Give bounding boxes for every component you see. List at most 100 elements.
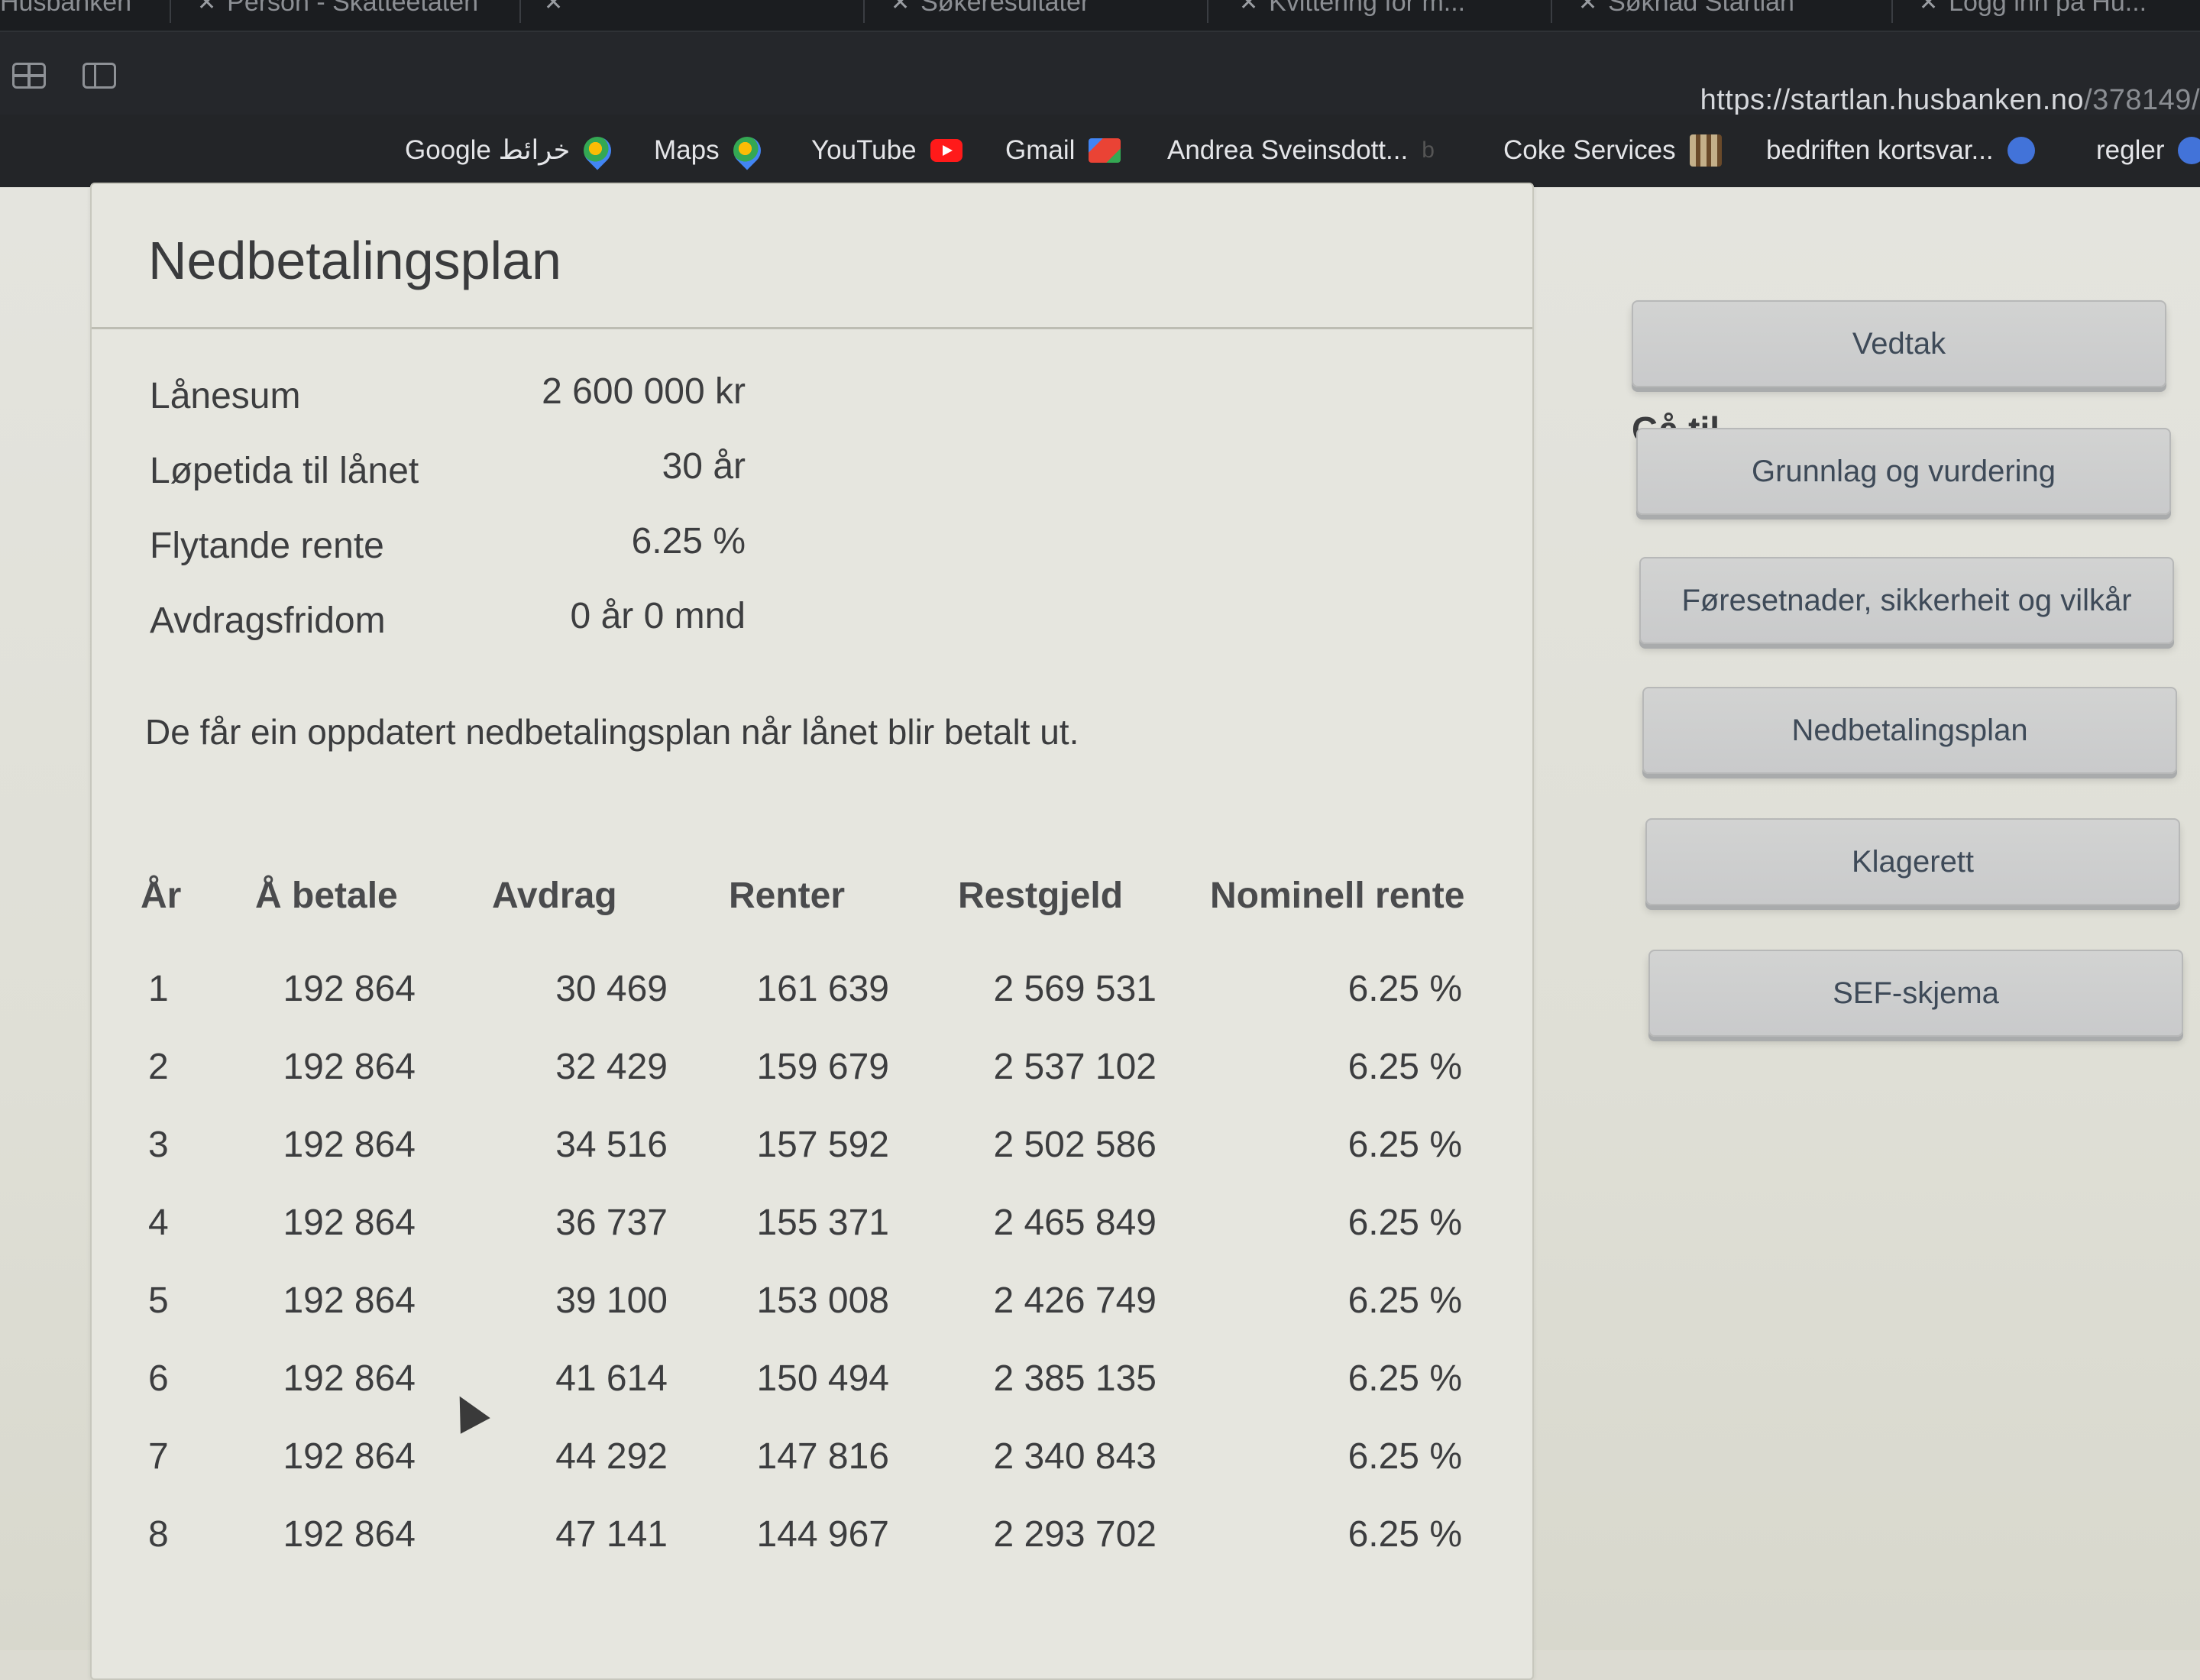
youtube-icon (930, 139, 962, 162)
browser-tab[interactable]: ✕ Søknad Startlån (1578, 0, 1794, 21)
browser-tab[interactable]: ✕ Person - Skatteetaten (197, 0, 478, 21)
summary-value: 30 år (662, 446, 746, 487)
bookmark-label: bedriften kortsvar... (1766, 135, 1994, 165)
bookmark-gmail[interactable]: Gmail (1005, 131, 1121, 170)
cell-interest: 161 639 (756, 968, 889, 1009)
bookmark-maps[interactable]: Maps (654, 131, 767, 170)
browser-toolbar: https://startlan.husbanken.no/378149/ (0, 31, 2200, 117)
bookmark-coke-services[interactable]: Coke Services (1503, 131, 1722, 170)
summary-value: 6.25 % (631, 521, 746, 562)
globe-icon (2178, 137, 2200, 164)
tab-label: Husbanken (0, 0, 132, 17)
cell-installment: 30 469 (555, 968, 668, 1009)
cell-payment: 192 864 (283, 1046, 416, 1087)
cell-installment: 41 614 (555, 1358, 668, 1399)
cell-remaining-debt: 2 537 102 (993, 1046, 1157, 1087)
update-note: De får ein oppdatert nedbetalingsplan nå… (145, 712, 1079, 752)
cell-interest: 144 967 (756, 1513, 889, 1555)
tab-label: Person - Skatteetaten (227, 0, 479, 17)
cell-payment: 192 864 (283, 1436, 416, 1477)
address-bar[interactable]: https://startlan.husbanken.no/378149/ (1700, 84, 2200, 117)
cell-nominal-rate: 6.25 % (1348, 1046, 1462, 1087)
tab-separator (170, 0, 171, 23)
nav-button-klagerett[interactable]: Klagerett (1645, 818, 2180, 905)
tab-grid-icon[interactable] (12, 63, 46, 89)
browser-tab[interactable]: ✕ Kvittering for m... (1239, 0, 1465, 21)
summary-label: Løpetida til lånet (150, 451, 419, 491)
column-header-remaining-debt: Restgjeld (958, 876, 1124, 916)
close-icon[interactable]: ✕ (197, 0, 216, 16)
cell-interest: 159 679 (756, 1046, 889, 1087)
close-icon[interactable]: ✕ (1239, 0, 1258, 16)
cell-interest: 150 494 (756, 1358, 889, 1399)
card-header: Nedbetalingsplan (92, 184, 1532, 329)
cell-remaining-debt: 2 502 586 (993, 1124, 1157, 1165)
nav-button-foresetnader[interactable]: Føresetnader, sikkerheit og vilkår (1639, 557, 2174, 644)
cell-payment: 192 864 (283, 1513, 416, 1555)
summary-row-rate: Flytande rente 6.25 % (150, 521, 746, 600)
summary-value: 0 år 0 mnd (570, 596, 746, 636)
tab-label: Søkeresultater (920, 0, 1090, 17)
bookmark-label: Google خرائط (405, 135, 571, 165)
close-icon[interactable]: ✕ (1919, 0, 1938, 16)
cell-nominal-rate: 6.25 % (1348, 1358, 1462, 1399)
table-row: 4 192 864 36 737 155 371 2 465 849 6.25 … (141, 1183, 1470, 1261)
nav-button-vedtak[interactable]: Vedtak (1632, 300, 2166, 387)
browser-tab[interactable]: Husbanken (0, 0, 131, 21)
table-row: 1 192 864 30 469 161 639 2 569 531 6.25 … (141, 950, 1470, 1028)
close-icon[interactable]: ✕ (544, 0, 563, 16)
tab-label: Søknad Startlån (1608, 0, 1794, 17)
tab-separator (519, 0, 521, 23)
bookmark-regler[interactable]: regler (2096, 131, 2200, 170)
bookmark-andrea[interactable]: Andrea Sveinsdott... b (1167, 131, 1435, 170)
cell-remaining-debt: 2 426 749 (993, 1280, 1157, 1321)
column-header-interest: Renter (729, 876, 846, 916)
cell-nominal-rate: 6.25 % (1348, 1124, 1462, 1165)
cell-year: 5 (148, 1280, 169, 1321)
summary-value: 2 600 000 kr (542, 371, 746, 412)
table-row: 5 192 864 39 100 153 008 2 426 749 6.25 … (141, 1261, 1470, 1339)
nav-button-sef-skjema[interactable]: SEF-skjema (1648, 950, 2183, 1037)
cell-installment: 44 292 (555, 1436, 668, 1477)
cell-payment: 192 864 (283, 968, 416, 1009)
table-row: 8 192 864 47 141 144 967 2 293 702 6.25 … (141, 1495, 1470, 1573)
nav-button-nedbetalingsplan[interactable]: Nedbetalingsplan (1642, 687, 2177, 774)
bookmark-label: YouTube (811, 135, 917, 165)
cell-remaining-debt: 2 340 843 (993, 1436, 1157, 1477)
browser-tab[interactable]: ✕ (544, 0, 574, 21)
cell-year: 4 (148, 1202, 169, 1243)
close-icon[interactable]: ✕ (1578, 0, 1597, 16)
cell-payment: 192 864 (283, 1202, 416, 1243)
repayment-plan-card: Nedbetalingsplan Lånesum 2 600 000 kr Lø… (90, 183, 1534, 1680)
browser-tab-strip: Husbanken ✕ Person - Skatteetaten ✕ ✕ Søke… (0, 0, 2200, 31)
cell-installment: 39 100 (555, 1280, 668, 1321)
tab-separator (863, 0, 865, 23)
summary-row-term: Løpetida til lånet 30 år (150, 446, 746, 525)
browser-tab[interactable]: ✕ Søkeresultater (891, 0, 1089, 21)
table-row: 2 192 864 32 429 159 679 2 537 102 6.25 … (141, 1028, 1470, 1105)
tab-separator (1551, 0, 1552, 23)
maps-pin-icon (727, 131, 767, 170)
summary-label: Avdragsfridom (150, 600, 386, 641)
cell-installment: 34 516 (555, 1124, 668, 1165)
cell-year: 3 (148, 1124, 169, 1165)
bookmark-google-maps[interactable]: Google خرائط (405, 131, 617, 170)
repayment-table: År Å betale Avdrag Renter Restgjeld Nomi… (141, 872, 1470, 1573)
bookmark-bedriften[interactable]: bedriften kortsvar... (1766, 131, 2035, 170)
page-content: Nedbetalingsplan Lånesum 2 600 000 kr Lø… (0, 183, 2200, 1680)
browser-tab[interactable]: ✕ Logg inn på Hu... (1919, 0, 2147, 21)
cell-year: 1 (148, 968, 169, 1009)
bookmark-youtube[interactable]: YouTube (811, 131, 962, 170)
close-icon[interactable]: ✕ (891, 0, 910, 16)
column-header-nominal-rate: Nominell rente (1210, 876, 1465, 916)
cell-remaining-debt: 2 385 135 (993, 1358, 1157, 1399)
bookmark-label: Andrea Sveinsdott... (1167, 135, 1409, 165)
cell-year: 7 (148, 1436, 169, 1477)
maps-pin-icon (578, 131, 617, 170)
nav-button-grunnlag[interactable]: Grunnlag og vurdering (1636, 428, 2171, 515)
sidebar-toggle-icon[interactable] (82, 63, 116, 89)
bookmark-label: Maps (654, 135, 720, 165)
column-header-installment: Avdrag (492, 876, 617, 916)
cell-interest: 157 592 (756, 1124, 889, 1165)
column-header-payment: Å betale (255, 876, 398, 916)
